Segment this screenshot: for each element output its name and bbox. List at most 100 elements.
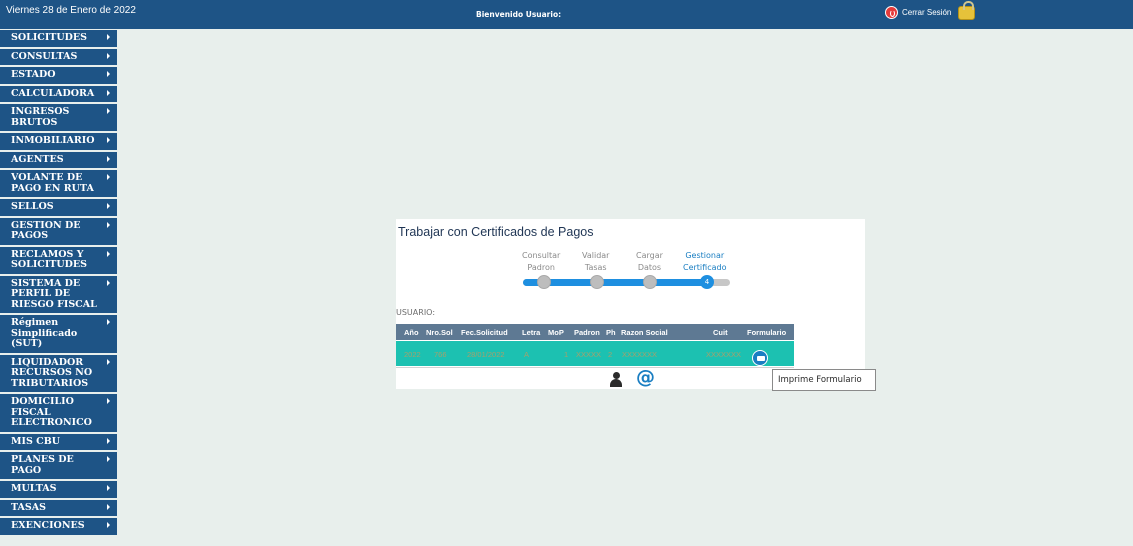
sidebar-item-label: AGENTES [11, 153, 64, 165]
chevron-right-icon [107, 398, 110, 404]
sidebar-item-ingresos-brutos[interactable]: INGRESOS BRUTOS [0, 104, 117, 131]
current-date: Viernes 28 de Enero de 2022 [6, 5, 136, 16]
sidebar-item-label: SOLICITUDES [11, 32, 87, 43]
sidebar-item-domicilio-fiscal[interactable]: DOMICILIO FISCAL ELECTRONICO [0, 394, 117, 432]
user-label: USUARIO: [396, 308, 436, 317]
sidebar-item-multas[interactable]: MULTAS [0, 481, 117, 498]
sidebar-item-volante-de-pago[interactable]: VOLANTE DE PAGO EN RUTA [0, 170, 117, 197]
step-dot-1 [537, 275, 551, 289]
table-cell: XXXXXXX [706, 350, 742, 359]
user-icon[interactable] [610, 372, 622, 387]
step-label: Padron [527, 263, 555, 272]
sidebar-item-sellos[interactable]: SELLOS [0, 199, 117, 216]
column-header: Año [404, 328, 419, 337]
email-at-icon[interactable]: @ [636, 366, 655, 388]
chevron-right-icon [107, 137, 110, 143]
step-label: Cargar [636, 251, 663, 260]
step-label: Validar [582, 251, 610, 260]
chevron-right-icon [107, 319, 110, 325]
column-header: Formulario [747, 328, 787, 337]
table-cell: 766 [434, 350, 447, 359]
certificates-panel: Trabajar con Certificados de Pagos Consu… [396, 219, 865, 389]
sidebar-item-mis-cbu[interactable]: MIS CBU [0, 433, 117, 450]
sidebar-item-label: CALCULADORA [11, 87, 95, 99]
sidebar-item-planes-de-pago[interactable]: PLANES DE PAGO [0, 452, 117, 479]
step-label: Datos [637, 263, 662, 272]
sidebar-item-label: MULTAS [11, 483, 57, 494]
chevron-right-icon [107, 155, 110, 162]
chevron-right-icon [107, 456, 110, 462]
table-row[interactable]: 2022 766 28/01/2022 A 1 XXXXX 2 XXXXXXX … [396, 341, 794, 366]
sidebar-item-gestion-de-pagos[interactable]: GESTION DE PAGOS [0, 217, 117, 245]
sidebar-item-inmobiliario[interactable]: INMOBILIARIO [0, 133, 117, 150]
sidebar-item-tasas[interactable]: TASAS [0, 499, 117, 516]
sidebar-item-label: ESTADO [11, 69, 56, 80]
user-icon-head [613, 372, 620, 379]
column-header: MoP [548, 328, 564, 337]
sidebar-item-calculadora[interactable]: CALCULADORA [0, 85, 117, 102]
chevron-right-icon [107, 250, 110, 257]
chevron-right-icon [107, 34, 110, 40]
sidebar-item-liquidador[interactable]: LIQUIDADOR RECURSOS NO TRIBUTARIOS [0, 354, 117, 392]
step-gestionar-certificado[interactable]: Gestionar Certificado [683, 250, 726, 274]
top-bar: Viernes 28 de Enero de 2022 Bienvenido U… [0, 0, 1133, 29]
sidebar-item-label: VOLANTE DE PAGO EN RUTA [11, 172, 94, 194]
step-cargar-datos[interactable]: Cargar Datos [636, 250, 663, 274]
chevron-right-icon [107, 485, 110, 491]
chevron-right-icon [107, 174, 110, 180]
wizard-progress-bar [523, 279, 730, 286]
step-label: Consultar [522, 251, 561, 260]
sidebar-item-consultas[interactable]: CONSULTAS [0, 48, 117, 65]
logout-button[interactable]: Cerrar Sesión [885, 6, 951, 19]
logout-label: Cerrar Sesión [902, 8, 952, 17]
sidebar-item-label: SISTEMA DE PERFIL DE RIESGO FISCAL [11, 277, 97, 310]
column-header: Nro.Sol [426, 328, 453, 337]
chevron-right-icon [107, 522, 110, 528]
sidebar-item-label: CONSULTAS [11, 50, 78, 62]
chevron-right-icon [107, 203, 110, 209]
sidebar-item-regimen-simplificado[interactable]: Régimen Simplificado (SUT) [0, 315, 117, 353]
chevron-right-icon [107, 71, 110, 77]
step-label: Gestionar [685, 251, 725, 260]
sidebar-item-label: LIQUIDADOR RECURSOS NO TRIBUTARIOS [11, 356, 93, 389]
sidebar-item-reclamos[interactable]: RECLAMOS Y SOLICITUDES [0, 246, 117, 274]
sidebar-item-label: PLANES DE PAGO [11, 454, 74, 476]
sidebar-item-label: INMOBILIARIO [11, 135, 95, 146]
table-cell: A [524, 350, 530, 359]
lock-icon[interactable] [958, 1, 975, 20]
sidebar-item-label: INGRESOS BRUTOS [11, 106, 70, 128]
sidebar-item-exenciones[interactable]: EXENCIONES [0, 518, 117, 535]
sidebar-item-label: MIS CBU [11, 435, 61, 447]
step-validar-tasas[interactable]: Validar Tasas [582, 250, 609, 274]
sidebar-item-riesgo-fiscal[interactable]: SISTEMA DE PERFIL DE RIESGO FISCAL [0, 275, 117, 313]
user-icon-body [610, 379, 622, 387]
chevron-right-icon [107, 503, 110, 510]
sidebar-item-agentes[interactable]: AGENTES [0, 151, 117, 168]
sidebar-item-solicitudes[interactable]: SOLICITUDES [0, 30, 117, 47]
table-cell: XXXXXXX [622, 350, 658, 359]
column-header: Fec.Solicitud [461, 328, 508, 337]
table-cell: 28/01/2022 [467, 350, 505, 359]
chevron-right-icon [107, 279, 110, 286]
chevron-right-icon [107, 89, 110, 96]
sidebar-menu: SOLICITUDES CONSULTAS ESTADO CALCULADORA… [0, 30, 117, 546]
sidebar-item-estado[interactable]: ESTADO [0, 67, 117, 84]
divider [396, 367, 794, 368]
table-cell: 1 [564, 350, 569, 359]
sidebar-item-label: RECLAMOS Y SOLICITUDES [11, 248, 87, 270]
chevron-right-icon [107, 52, 110, 59]
column-header: Razon Social [621, 328, 668, 337]
welcome-text: Bienvenido Usuario: [476, 10, 562, 19]
step-dot-current: 4 [700, 275, 714, 289]
sidebar-item-label: DOMICILIO FISCAL ELECTRONICO [11, 396, 92, 428]
print-icon[interactable] [752, 350, 768, 366]
step-dot-3 [643, 275, 657, 289]
step-consultar-padron[interactable]: Consultar Padron [522, 250, 560, 274]
sidebar-item-label: GESTION DE PAGOS [11, 219, 81, 241]
chevron-right-icon [107, 108, 110, 114]
column-header: Padron [574, 328, 600, 337]
step-label: Tasas [584, 263, 607, 272]
table-header: Año Nro.Sol Fec.Solicitud Letra MoP Padr… [396, 324, 794, 340]
step-dot-2 [590, 275, 604, 289]
panel-title: Trabajar con Certificados de Pagos [398, 225, 594, 239]
